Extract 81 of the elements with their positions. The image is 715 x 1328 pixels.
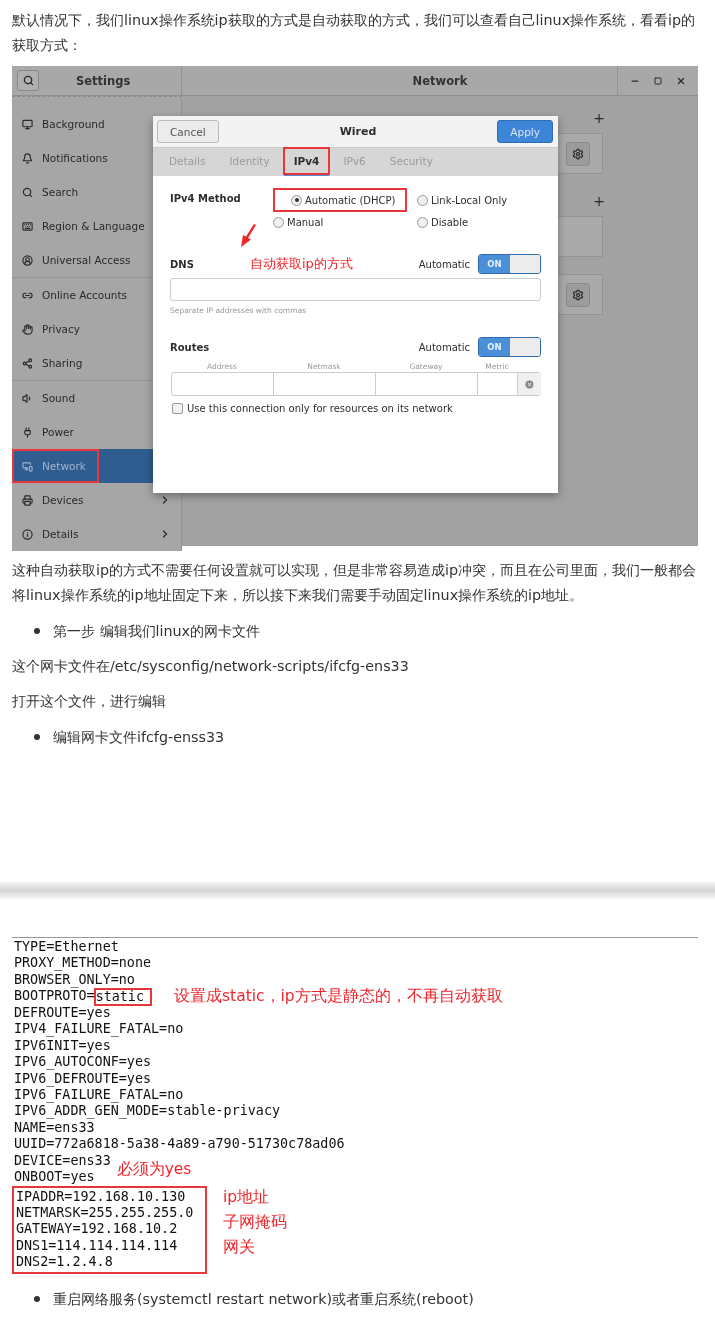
cancel-button[interactable]: Cancel [157,120,219,143]
code-line: IPV6_AUTOCONF=yes [14,1054,152,1071]
radio-option[interactable]: Link-Local Only [417,193,508,207]
annotation-arrow [239,224,259,248]
sidebar-item[interactable]: Devices [12,483,181,517]
plug-icon [22,426,33,438]
share-icon [22,357,33,369]
delete-icon[interactable] [524,378,535,390]
person-circle-icon [22,254,33,266]
code-line: PROXY_METHOD=none [14,955,152,972]
intro-paragraph: 默认情况下，我们linux操作系统ip获取的方式是自动获取的方式，我们可以查看自己linux操作系统，看看ip的获取方式： [12,11,697,55]
annotation-text: 必须为yes [116,1161,192,1178]
hand-icon [22,323,33,335]
automatic-label: Automatic [418,341,470,353]
code-line: DEVICE=ens33 [14,1152,111,1170]
settings-button[interactable] [566,141,590,166]
code-line: NETMARSK=255.255.255.0 [16,1205,194,1222]
code-line: IPV6INIT=yes [14,1037,111,1055]
dialog-title: Wired [339,125,377,138]
search-button[interactable] [17,70,39,91]
list-item: 重启网络服务(systemctl restart network)或者重启系统(reboot) [53,1289,474,1309]
add-button[interactable]: + [593,108,605,128]
highlighted-code: static [93,987,152,1006]
list-item: 编辑网卡文件ifcfg-enss33 [53,728,225,747]
path-text: 这个网卡文件在/etc/sysconfig/network-scripts/ifcfg-ens33 [12,657,410,676]
code-line: IPADDR=192.168.10.130 [16,1188,186,1205]
sidebar-item[interactable]: Power [12,415,181,449]
list-item: 第一步 编辑我们linux的网卡文件 [53,622,261,641]
dns-field[interactable] [170,278,541,301]
body-paragraph: 这种自动获取ip的方式不需要任何设置就可以实现，但是非常容易造成ip冲突，而且在公司里面，我们一般都会将linux操作系统的ip地址固定下来，所以接下来我们需要手动固定linux操作系统的ip地址。 [12,561,698,605]
settings-button[interactable] [566,282,590,307]
tab[interactable]: IPv4 [283,148,330,176]
annotation-text: 自动获取ip的方式 [250,255,353,273]
maximize-icon[interactable] [654,76,662,85]
code-line: TYPE=Ethernet [14,939,119,956]
code-line: BROWSER_ONLY=no [14,971,135,989]
body-text: 打开这个文件，进行编辑 [12,692,167,711]
close-icon[interactable] [676,75,686,86]
monitor-icon [22,118,33,130]
code-line: DNS1=114.114.114.114 [16,1237,178,1255]
dns-label: DNS [170,258,195,270]
search-icon [22,75,34,86]
annotation-text: 网关 [223,1237,256,1259]
speaker-icon [22,392,33,404]
devices-icon [22,460,33,472]
bullet-icon [34,1295,40,1302]
radio-option[interactable]: Disable [417,215,508,229]
sidebar-item[interactable]: Region & Language [12,209,181,243]
info-icon [22,528,33,540]
code-line: NAME=ens33 [14,1119,95,1137]
code-line: BOOTPROTO= [14,988,95,1005]
settings-icon [572,288,584,301]
code-line: DNS2=1.2.4.8 [16,1254,113,1271]
code-line: IPV6_ADDR_GEN_MODE=stable-privacy [14,1103,281,1120]
automatic-label: Automatic [418,258,470,270]
code-line: UUID=772a6818-5a38-4a89-a790-51730c78ad06 [14,1136,345,1153]
sidebar-item[interactable]: Details [12,517,181,551]
bullet-icon [34,734,40,740]
apply-button[interactable]: Apply [497,120,553,143]
search-icon [22,186,33,198]
code-line: IPV6_FAILURE_FATAL=no [14,1086,184,1104]
method-label: IPv4 Method [170,193,242,206]
code-line: IPV4_FAILURE_FATAL=no [14,1021,184,1038]
add-button[interactable]: + [593,191,605,211]
bell-icon [22,152,33,164]
annotation-text: 设置成static，ip方式是静态的，不再自动获取 [174,988,503,1005]
settings-icon [572,147,584,160]
radio-option[interactable]: Automatic (DHCP) [291,193,396,207]
annotation-text: ip地址 [223,1187,271,1209]
code-line: ONBOOT=yes [14,1169,95,1186]
keyboard-icon [22,220,33,232]
routes-label: Routes [170,341,211,353]
radio-option[interactable]: Manual [273,215,407,229]
printer-icon [22,494,33,506]
annotation-text: 子网掩码 [223,1212,287,1234]
code-line: IPV6_DEFROUTE=yes [14,1070,152,1087]
sidebar-title: Settings [76,73,131,88]
window-title: Network [412,73,468,88]
code-line: DEFROUTE=yes [14,1004,111,1022]
bullet-icon [34,628,40,634]
code-line: GATEWAY=192.168.10.2 [16,1221,178,1238]
